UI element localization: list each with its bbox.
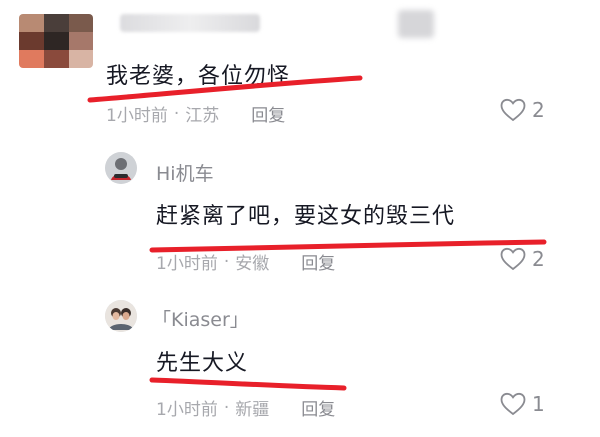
comment-meta: 1小时前 · 新疆 回复 [156,395,335,421]
heart-outline-icon [500,98,526,122]
comment-time: 1小时前 [156,400,218,420]
comment-text: 我老婆，各位勿怪 [106,64,291,89]
comment-text: 赶紧离了吧，要这女的毁三代 [156,204,456,229]
comment-location: 江苏 [185,106,220,126]
comment-username[interactable]: 「Kiaser」 [152,305,249,332]
heart-outline-icon [500,247,526,271]
comment-username[interactable]: Hi机车 [156,159,214,186]
like-button[interactable]: 1 [500,392,545,416]
comment-time: 1小时前 [106,106,168,126]
like-count: 2 [532,247,545,271]
heart-outline-icon [500,392,526,416]
like-count: 1 [532,392,545,416]
avatar[interactable] [105,152,137,184]
blurred-corner [398,10,434,38]
avatar-pixelated[interactable] [19,14,93,68]
reply-button[interactable]: 回复 [251,101,285,126]
comment-meta: 1小时前 · 安徽 回复 [156,249,335,275]
comment-location: 安徽 [235,254,270,274]
reply-button[interactable]: 回复 [301,249,335,274]
avatar[interactable] [105,300,137,332]
comment-time: 1小时前 [156,254,218,274]
reply-button[interactable]: 回复 [301,395,335,420]
comment-text: 先生大义 [156,351,249,376]
like-button[interactable]: 2 [500,98,545,122]
like-count: 2 [532,98,545,122]
blurred-username [120,14,260,32]
comment-meta: 1小时前 · 江苏 回复 [106,101,285,127]
like-button[interactable]: 2 [500,247,545,271]
comment-location: 新疆 [235,400,270,420]
